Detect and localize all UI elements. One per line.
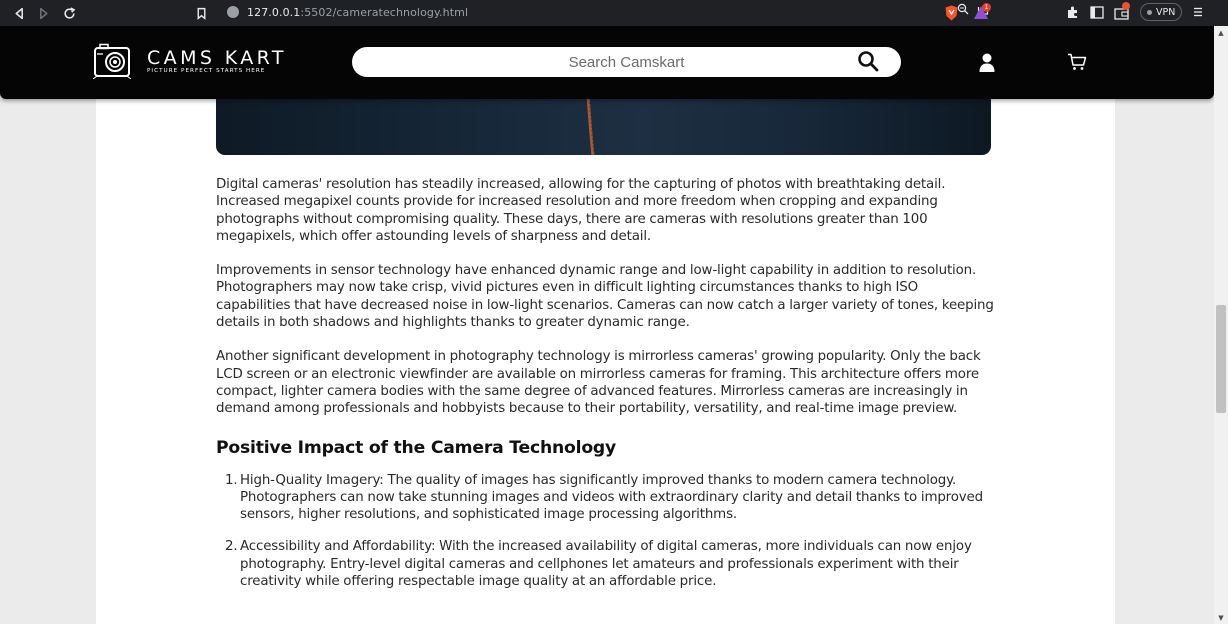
article-paragraph: Digital cameras' resolution has steadily… <box>216 177 946 244</box>
vpn-status-dot <box>1147 9 1152 15</box>
bookmark-icon[interactable] <box>188 0 214 26</box>
vpn-button[interactable]: VPN <box>1140 3 1183 21</box>
sidebar-icon[interactable] <box>1090 5 1104 19</box>
article-body: Digital cameras' resolution has steadily… <box>216 176 996 605</box>
back-icon[interactable] <box>6 0 32 26</box>
brave-rewards-icon[interactable]: 1 <box>973 3 991 20</box>
site-header: CAMS KART PICTURE PERFECT STARTS HERE <box>0 26 1214 99</box>
url-text: 127.0.0.1:5502/cameratechnology.html <box>247 5 469 19</box>
section-title: Positive Impact of the Camera Technology <box>216 437 617 458</box>
brand-tagline: PICTURE PERFECT STARTS HERE <box>147 67 266 74</box>
scroll-down-arrow[interactable]: ▼ <box>1217 614 1225 622</box>
brand-name: CAMS KART <box>147 46 287 69</box>
camera-logo-icon <box>93 43 132 79</box>
vpn-label: VPN <box>1156 6 1176 18</box>
list-item-number: 1. <box>225 472 238 488</box>
wallet-icon[interactable] <box>1114 2 1130 20</box>
cart-icon[interactable] <box>1067 53 1087 71</box>
page-viewport: Digital cameras' resolution has steadily… <box>0 26 1214 624</box>
brave-shield-icon[interactable] <box>944 5 959 21</box>
impact-list: 1. High-Quality Imagery: The quality of … <box>216 472 996 591</box>
scrollbar-thumb[interactable] <box>1216 305 1226 413</box>
article-paragraph: Another significant development in photo… <box>216 349 981 417</box>
extensions-icon[interactable] <box>1066 5 1080 19</box>
list-item-text: High-Quality Imagery: The quality of ima… <box>240 472 983 523</box>
search-box <box>352 47 901 77</box>
list-item-text: Accessibility and Affordability: With th… <box>240 539 972 590</box>
scroll-up-arrow[interactable]: ▲ <box>1217 29 1225 37</box>
forward-icon[interactable] <box>30 0 56 26</box>
info-icon[interactable] <box>227 6 239 18</box>
search-input[interactable] <box>352 47 901 77</box>
brand-logo[interactable]: CAMS KART PICTURE PERFECT STARTS HERE <box>93 43 287 79</box>
rewards-badge: 1 <box>982 3 991 12</box>
list-item: 2. Accessibility and Affordability: With… <box>216 538 996 590</box>
list-item: 1. High-Quality Imagery: The quality of … <box>216 472 996 524</box>
user-icon[interactable] <box>977 52 997 73</box>
menu-icon[interactable] <box>1192 6 1204 18</box>
browser-toolbar: 127.0.0.1:5502/cameratechnology.html 1 V… <box>0 0 1228 26</box>
search-icon[interactable] <box>857 50 879 72</box>
reload-icon[interactable] <box>56 0 82 26</box>
address-bar[interactable]: 127.0.0.1:5502/cameratechnology.html <box>220 1 996 23</box>
article-paragraph: Improvements in sensor technology have e… <box>216 263 994 331</box>
list-item-number: 2. <box>225 539 238 555</box>
wallet-notification-dot <box>1122 2 1130 10</box>
